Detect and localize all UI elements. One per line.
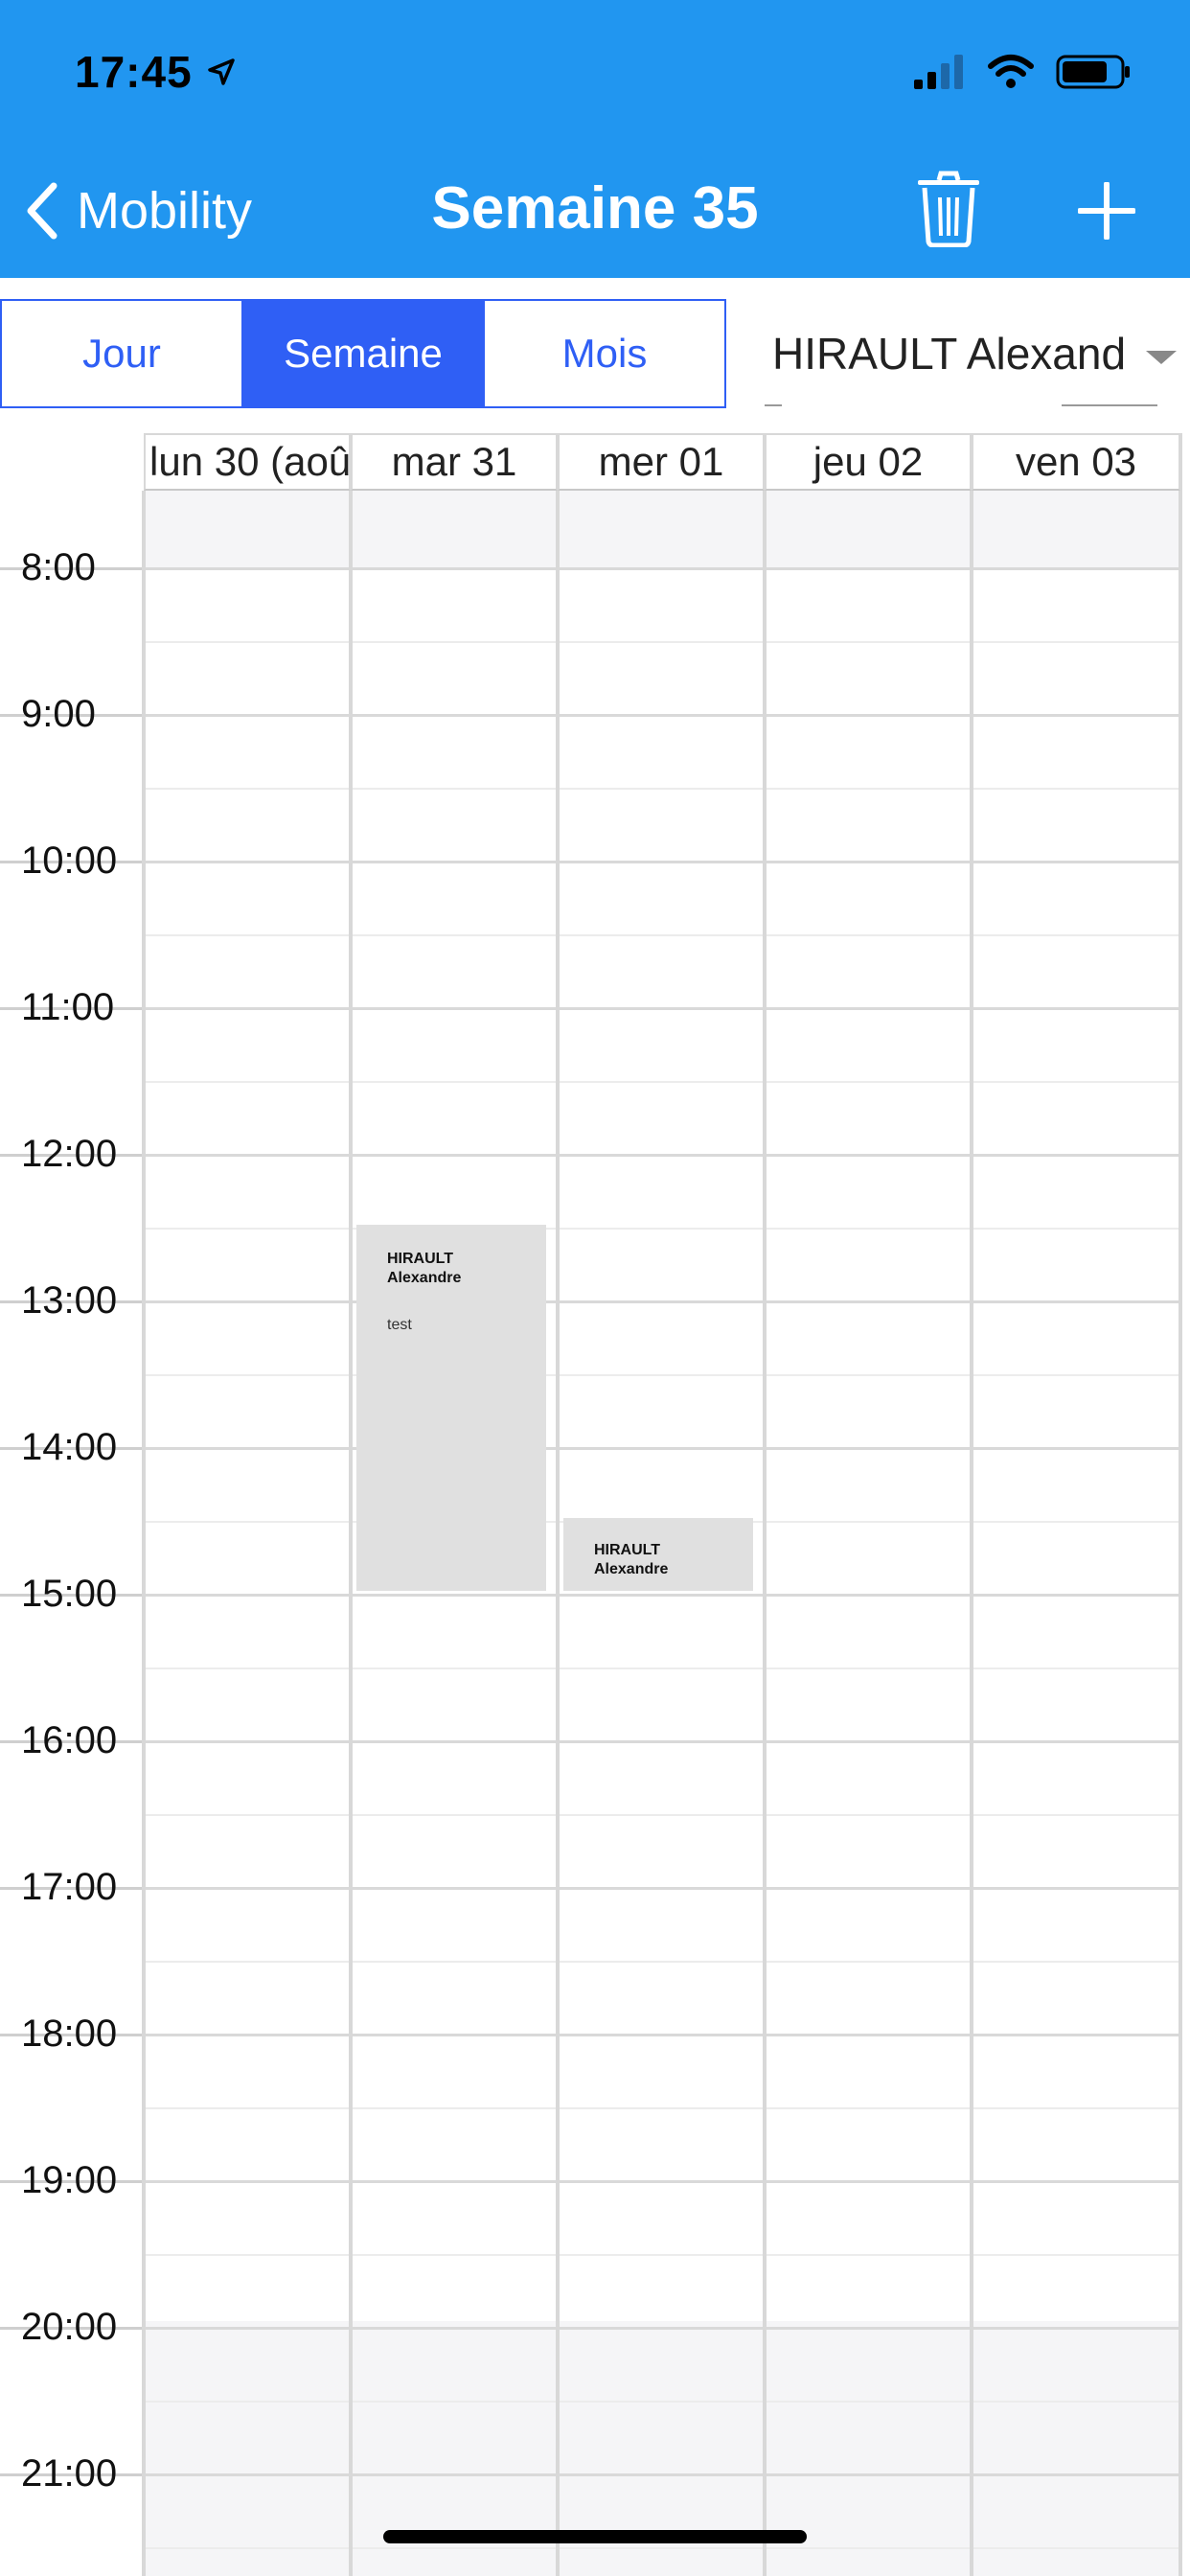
hour-line: [0, 1740, 1180, 1743]
cellular-signal-icon: [914, 55, 963, 89]
hour-label: 15:00: [21, 1573, 118, 1615]
back-button[interactable]: Mobility: [23, 172, 252, 249]
add-button[interactable]: [1077, 181, 1136, 241]
delete-button[interactable]: [915, 171, 982, 248]
hour-label: 19:00: [21, 2159, 118, 2201]
hour-label: 17:00: [21, 1866, 118, 1908]
half-hour-line: [144, 1228, 1179, 1230]
day-header[interactable]: lun 30 (août): [144, 433, 351, 491]
half-hour-line: [144, 641, 1179, 643]
hour-line: [0, 1154, 1180, 1157]
hour-line: [0, 861, 1180, 863]
half-hour-line: [144, 1374, 1179, 1376]
half-hour-line: [144, 2401, 1179, 2403]
hour-label: 18:00: [21, 2012, 118, 2055]
half-hour-line: [144, 788, 1179, 790]
hour-label: 10:00: [21, 840, 118, 882]
day-header[interactable]: mer 01: [558, 433, 765, 491]
event-title-line2: Alexandre: [594, 1561, 669, 1577]
hour-line: [0, 1007, 1180, 1010]
half-hour-line: [144, 1814, 1179, 1816]
hour-label: 11:00: [21, 986, 115, 1028]
grid-edge: [1179, 433, 1182, 2576]
day-column[interactable]: [970, 491, 973, 2576]
view-mode-selector: Jour Semaine Mois: [0, 299, 726, 408]
trash-icon: [918, 171, 979, 248]
day-header[interactable]: ven 03: [972, 433, 1180, 491]
hour-label: 14:00: [21, 1426, 118, 1468]
battery-icon: [1056, 55, 1130, 89]
half-hour-line: [144, 934, 1179, 936]
calendar-event[interactable]: HIRAULT Alexandre test: [356, 1225, 546, 1591]
hour-line: [0, 1594, 1180, 1597]
hour-line: [0, 2327, 1180, 2330]
event-title-line1: HIRAULT: [594, 1542, 661, 1558]
hour-line: [0, 2034, 1180, 2036]
hour-label: 9:00: [21, 693, 96, 735]
day-header[interactable]: jeu 02: [765, 433, 972, 491]
user-dropdown[interactable]: HIRAULT Alexandre: [765, 299, 1190, 408]
week-calendar: 8:00 9:00 10:00 11:00 12:00 13:00 14:00 15:00 16…: [0, 433, 1190, 2576]
hour-line: [0, 1447, 1180, 1450]
hour-line: [0, 1887, 1180, 1890]
tab-month[interactable]: Mois: [485, 301, 724, 406]
event-title-line1: HIRAULT: [387, 1251, 454, 1267]
hour-line: [0, 714, 1180, 717]
half-hour-line: [144, 2254, 1179, 2256]
half-hour-line: [144, 2547, 1179, 2549]
wifi-icon: [988, 55, 1034, 88]
hour-line: [0, 2180, 1180, 2183]
hour-line: [0, 2473, 1180, 2476]
status-time-text: 17:45: [75, 47, 193, 97]
status-indicators: [912, 53, 1133, 91]
tab-day[interactable]: Jour: [2, 301, 243, 406]
home-indicator: [383, 2530, 807, 2543]
hour-label: 8:00: [21, 546, 96, 588]
half-hour-line: [144, 1668, 1179, 1669]
back-button-label: Mobility: [77, 182, 253, 240]
location-arrow-icon: [207, 58, 235, 85]
day-column[interactable]: [349, 491, 353, 2576]
hour-label: 13:00: [21, 1279, 118, 1322]
hour-label: 12:00: [21, 1133, 118, 1175]
hour-label: 16:00: [21, 1719, 118, 1761]
day-column[interactable]: [142, 491, 146, 2576]
app-header: 17:45 Mobility Semaine 35: [0, 0, 1190, 278]
user-dropdown-value: HIRAULT Alexandre: [772, 329, 1129, 379]
event-title-line2: Alexandre: [387, 1270, 462, 1286]
hour-label: 21:00: [21, 2452, 118, 2495]
chevron-left-icon: [27, 182, 57, 240]
event-description: test: [387, 1317, 412, 1333]
plus-icon: [1077, 181, 1136, 241]
hour-line: [0, 1300, 1180, 1303]
day-column[interactable]: [763, 491, 767, 2576]
hour-line: [0, 567, 1180, 570]
day-column[interactable]: [556, 491, 560, 2576]
hour-label: 20:00: [21, 2306, 118, 2348]
dropdown-underline: [1062, 404, 1157, 406]
status-time: 17:45: [75, 46, 237, 98]
off-hours-shade: [144, 491, 1179, 567]
dropdown-underline: [765, 404, 782, 406]
half-hour-line: [144, 1081, 1179, 1083]
half-hour-line: [144, 1961, 1179, 1963]
half-hour-line: [144, 2107, 1179, 2109]
calendar-event[interactable]: HIRAULT Alexandre: [563, 1518, 753, 1591]
tab-week[interactable]: Semaine: [243, 301, 485, 406]
day-header[interactable]: mar 31: [351, 433, 558, 491]
dropdown-arrow-icon: [1146, 351, 1177, 364]
